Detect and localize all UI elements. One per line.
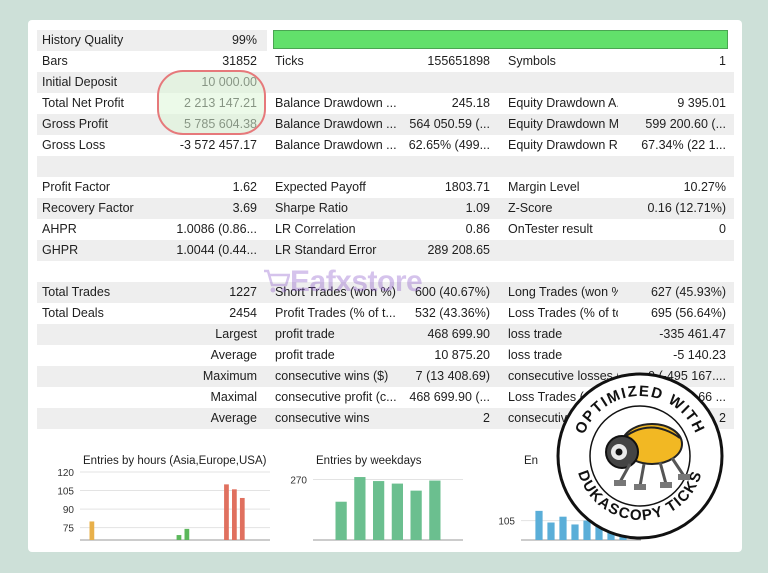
chart-tick-label: 120 (57, 468, 74, 479)
chart-bar (354, 477, 366, 540)
chart-bar (429, 480, 441, 540)
chart-bar (391, 483, 403, 540)
chart-tick-label: 75 (63, 524, 75, 535)
chart-bar (373, 481, 385, 540)
chart-bar (184, 528, 190, 540)
chart-bar (89, 521, 95, 540)
chart-bar (547, 522, 555, 540)
chart-bar (232, 489, 237, 540)
chart-bar (239, 497, 245, 540)
chart-title: En (524, 455, 538, 467)
chart-bar (410, 490, 422, 540)
chart-bar (224, 484, 229, 540)
chart-tick-label: 90 (63, 505, 75, 516)
chart-tick-label: 105 (498, 517, 515, 528)
chart-tick-label: 105 (57, 487, 74, 498)
chart-bar (176, 535, 182, 540)
chart-bar (535, 510, 543, 540)
chart-title: Entries by hours (Asia,Europe,USA) (83, 455, 267, 467)
chart-tick-label: 270 (290, 476, 307, 487)
chart-title: Entries by weekdays (316, 455, 422, 467)
chart-bar (335, 501, 347, 540)
dukascopy-badge: OPTIMIZED WITH DUKASCOPY TICKS (556, 372, 724, 540)
